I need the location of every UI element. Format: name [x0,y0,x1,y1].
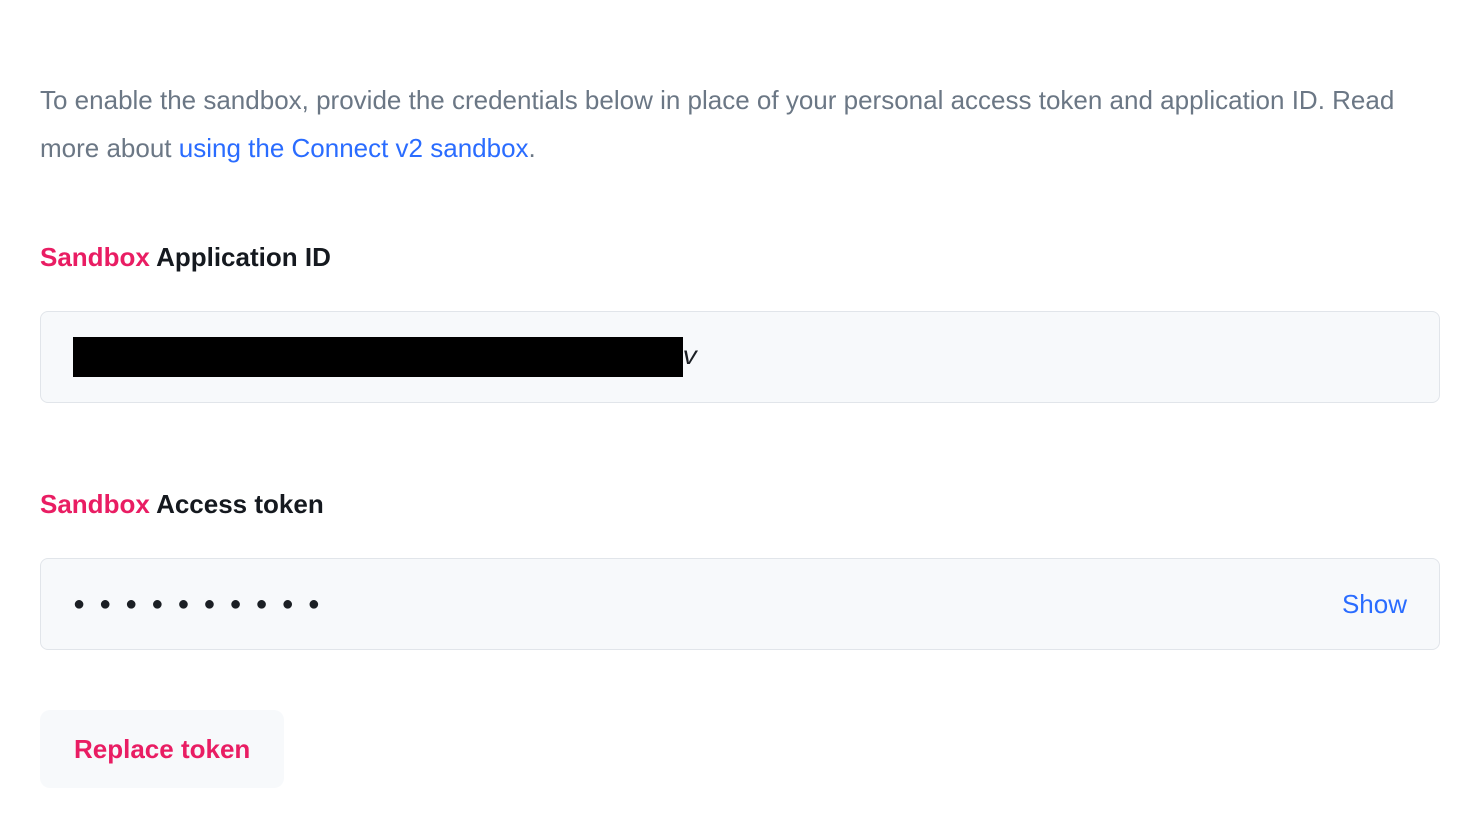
intro-text: To enable the sandbox, provide the crede… [40,76,1420,172]
app-id-field[interactable]: v [40,311,1440,403]
app-id-value: v [73,337,698,377]
access-token-label: Access token [156,489,324,519]
app-id-label: Application ID [156,242,331,272]
access-token-heading: Sandbox Access token [40,489,1420,520]
show-token-link[interactable]: Show [1342,589,1407,620]
access-token-field[interactable]: ●●●●●●●●●● Show [40,558,1440,650]
access-token-prefix: Sandbox [40,489,150,519]
access-token-masked-value: ●●●●●●●●●● [73,593,334,616]
intro-text-after: . [529,133,536,163]
app-id-trailing-char: v [682,342,698,372]
replace-token-button[interactable]: Replace token [40,710,284,788]
app-id-heading: Sandbox Application ID [40,242,1420,273]
redacted-block [73,337,683,377]
app-id-prefix: Sandbox [40,242,150,272]
sandbox-docs-link[interactable]: using the Connect v2 sandbox [179,133,529,163]
